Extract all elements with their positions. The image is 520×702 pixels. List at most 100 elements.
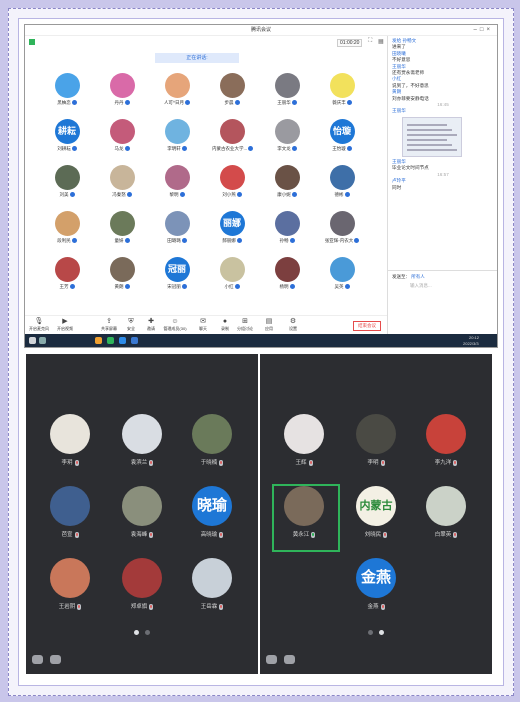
participant-tile[interactable]: 李明 <box>346 414 406 466</box>
participant-tile[interactable]: 吴英 <box>322 257 362 301</box>
participant-name: 田璐璐 <box>167 238 181 243</box>
browser-icon[interactable] <box>131 337 138 344</box>
end-meeting-button[interactable]: 结束会议 <box>353 321 381 331</box>
participant-tile[interactable]: 刘小燕 <box>212 165 252 209</box>
window-titlebar: 腾讯会议 –□× <box>25 25 497 36</box>
page-dot[interactable] <box>368 630 373 635</box>
participant-tile[interactable]: 张亚辉-内农大 <box>322 211 362 255</box>
chat-icon[interactable] <box>50 655 61 664</box>
window-controls[interactable]: –□× <box>474 25 493 35</box>
participant-tile[interactable]: 金燕 金燕 <box>346 558 406 610</box>
participant-tile[interactable]: 李明轩 <box>157 119 197 163</box>
toolbar-button[interactable]: ⊞ 分组讨论 <box>233 318 257 332</box>
participant-tile[interactable]: 黑柚恋 <box>47 73 87 117</box>
participant-tile[interactable]: 袁海峰 <box>112 486 172 538</box>
chat-message-input[interactable]: 输入消息... <box>388 283 497 289</box>
participant-tile[interactable]: 孙畅 <box>267 211 307 255</box>
participant-tile[interactable]: 刘美 <box>47 165 87 209</box>
start-icon[interactable] <box>29 337 36 344</box>
participant-tile[interactable]: 田璐璐 <box>157 211 197 255</box>
chat-image-attachment[interactable] <box>402 116 462 157</box>
participant-tile[interactable]: 德彬 <box>322 165 362 209</box>
participant-tile[interactable]: 王芳 <box>47 257 87 301</box>
avatar <box>54 73 80 98</box>
participant-name-row: 步晨 <box>212 100 252 106</box>
participant-tile[interactable]: 薇庆丰 <box>322 73 362 117</box>
participant-tile[interactable]: 冠丽 宋冠丽 <box>157 257 197 301</box>
participant-tile[interactable]: 王辉 <box>274 414 334 466</box>
participant-name-row: 丹丹 <box>102 100 142 106</box>
participant-tile[interactable]: 马龙 <box>102 119 142 163</box>
camera-off-icon <box>291 146 297 152</box>
participant-tile[interactable]: 芭宣 <box>40 486 100 538</box>
participant-tile[interactable]: 小红 <box>212 257 252 301</box>
toolbar-button[interactable]: ✚ 邀请 <box>139 318 163 332</box>
send-to-select[interactable]: 所有人 <box>411 274 425 279</box>
participant-tile[interactable]: 黄永江 <box>274 486 334 538</box>
toolbar-button[interactable]: ✉ 聊天 <box>191 318 215 332</box>
participant-name-row: 黑柚恋 <box>47 100 87 106</box>
camera-off-icon <box>234 284 240 290</box>
participant-tile[interactable]: 王丽华 <box>267 73 307 117</box>
avatar <box>329 211 355 236</box>
folder-icon[interactable] <box>95 337 102 344</box>
wechat-icon[interactable] <box>107 337 114 344</box>
participant-tile[interactable]: 人可^日月 <box>157 73 197 117</box>
toolbar-button[interactable]: ▶ 开启视频 <box>53 318 77 332</box>
page-dot[interactable] <box>145 630 150 635</box>
participant-name-row: 王岳霖 <box>182 602 242 610</box>
avatar <box>426 486 466 526</box>
participant-name: 冯秦怒 <box>112 192 126 197</box>
avatar <box>274 165 300 190</box>
participant-tile[interactable]: 白翠英 <box>416 486 476 538</box>
grid-view-icon[interactable]: ▦ <box>378 38 384 45</box>
participant-name-row: 张亚辉-内农大 <box>322 238 362 244</box>
participant-tile[interactable]: 黎明 <box>157 165 197 209</box>
toolbar-button[interactable]: ▤ 应用 <box>257 318 281 332</box>
participant-tile[interactable]: 郑卓旗 <box>112 558 172 610</box>
participant-tile[interactable]: 李九洋 <box>416 414 476 466</box>
chat-input-area: 发送至： 所有人 输入消息... <box>388 270 497 335</box>
participant-tile[interactable]: 耕耘 刘耕耘 <box>47 119 87 163</box>
page-dot[interactable] <box>379 630 384 635</box>
speaking-indicator: 正在讲话: <box>155 53 239 63</box>
participant-tile[interactable]: 李玥 <box>40 414 100 466</box>
fullscreen-icon[interactable]: ⛶ <box>368 38 372 45</box>
participant-name: 吴英 <box>334 284 344 289</box>
toolbar-button[interactable]: ⇪ 共享屏幕 <box>97 318 121 332</box>
participant-tile[interactable]: 李文龙 <box>267 119 307 163</box>
participant-tile[interactable]: 内蒙古农业大学... <box>212 119 254 163</box>
participant-tile[interactable]: 段利民 <box>47 211 87 255</box>
search-icon[interactable] <box>39 337 46 344</box>
participant-name-row: 王丽华 <box>267 100 307 106</box>
toolbar-button[interactable]: ⚙ 设置 <box>281 318 305 332</box>
toolbar-button[interactable]: ☺ 管理成员(30) <box>163 318 187 332</box>
participant-tile[interactable]: 黄朗 <box>102 257 142 301</box>
participant-tile[interactable]: 于晓楠 <box>182 414 242 466</box>
mic-icon: 🎙 <box>34 318 44 325</box>
windows-taskbar: 20:12 2022/3/3 <box>25 334 497 347</box>
meeting-app-icon[interactable] <box>119 337 126 344</box>
participant-tile[interactable]: 内蒙古 刘晓民 <box>346 486 406 538</box>
participant-tile[interactable]: 冯秦怒 <box>102 165 142 209</box>
participant-tile[interactable]: 丽娜 郝丽娜 <box>212 211 252 255</box>
participant-tile[interactable]: 康小妮 <box>267 165 307 209</box>
participant-tile[interactable]: 王岩阴 <box>40 558 100 610</box>
chat-icon[interactable] <box>284 655 295 664</box>
participant-tile[interactable]: 步晨 <box>212 73 252 117</box>
avatar <box>219 165 245 190</box>
participant-tile[interactable]: 怡璇 王怡璇 <box>322 119 362 163</box>
emoji-icon[interactable] <box>32 655 43 664</box>
participant-tile[interactable]: 杨明 <box>267 257 307 301</box>
participant-tile[interactable]: 袁滨兰 <box>112 414 172 466</box>
camera-off-icon <box>354 238 360 244</box>
participant-tile[interactable]: 童妍 <box>102 211 142 255</box>
camera-off-icon <box>344 192 350 198</box>
participant-tile[interactable]: 丹丹 <box>102 73 142 117</box>
page-dot[interactable] <box>134 630 139 635</box>
emoji-icon[interactable] <box>266 655 277 664</box>
avatar <box>164 211 190 236</box>
participant-tile[interactable]: 晓瑜 高晓瑜 <box>182 486 242 538</box>
toolbar-button[interactable]: 🎙 开启麦克风 <box>27 318 51 332</box>
participant-tile[interactable]: 王岳霖 <box>182 558 242 610</box>
